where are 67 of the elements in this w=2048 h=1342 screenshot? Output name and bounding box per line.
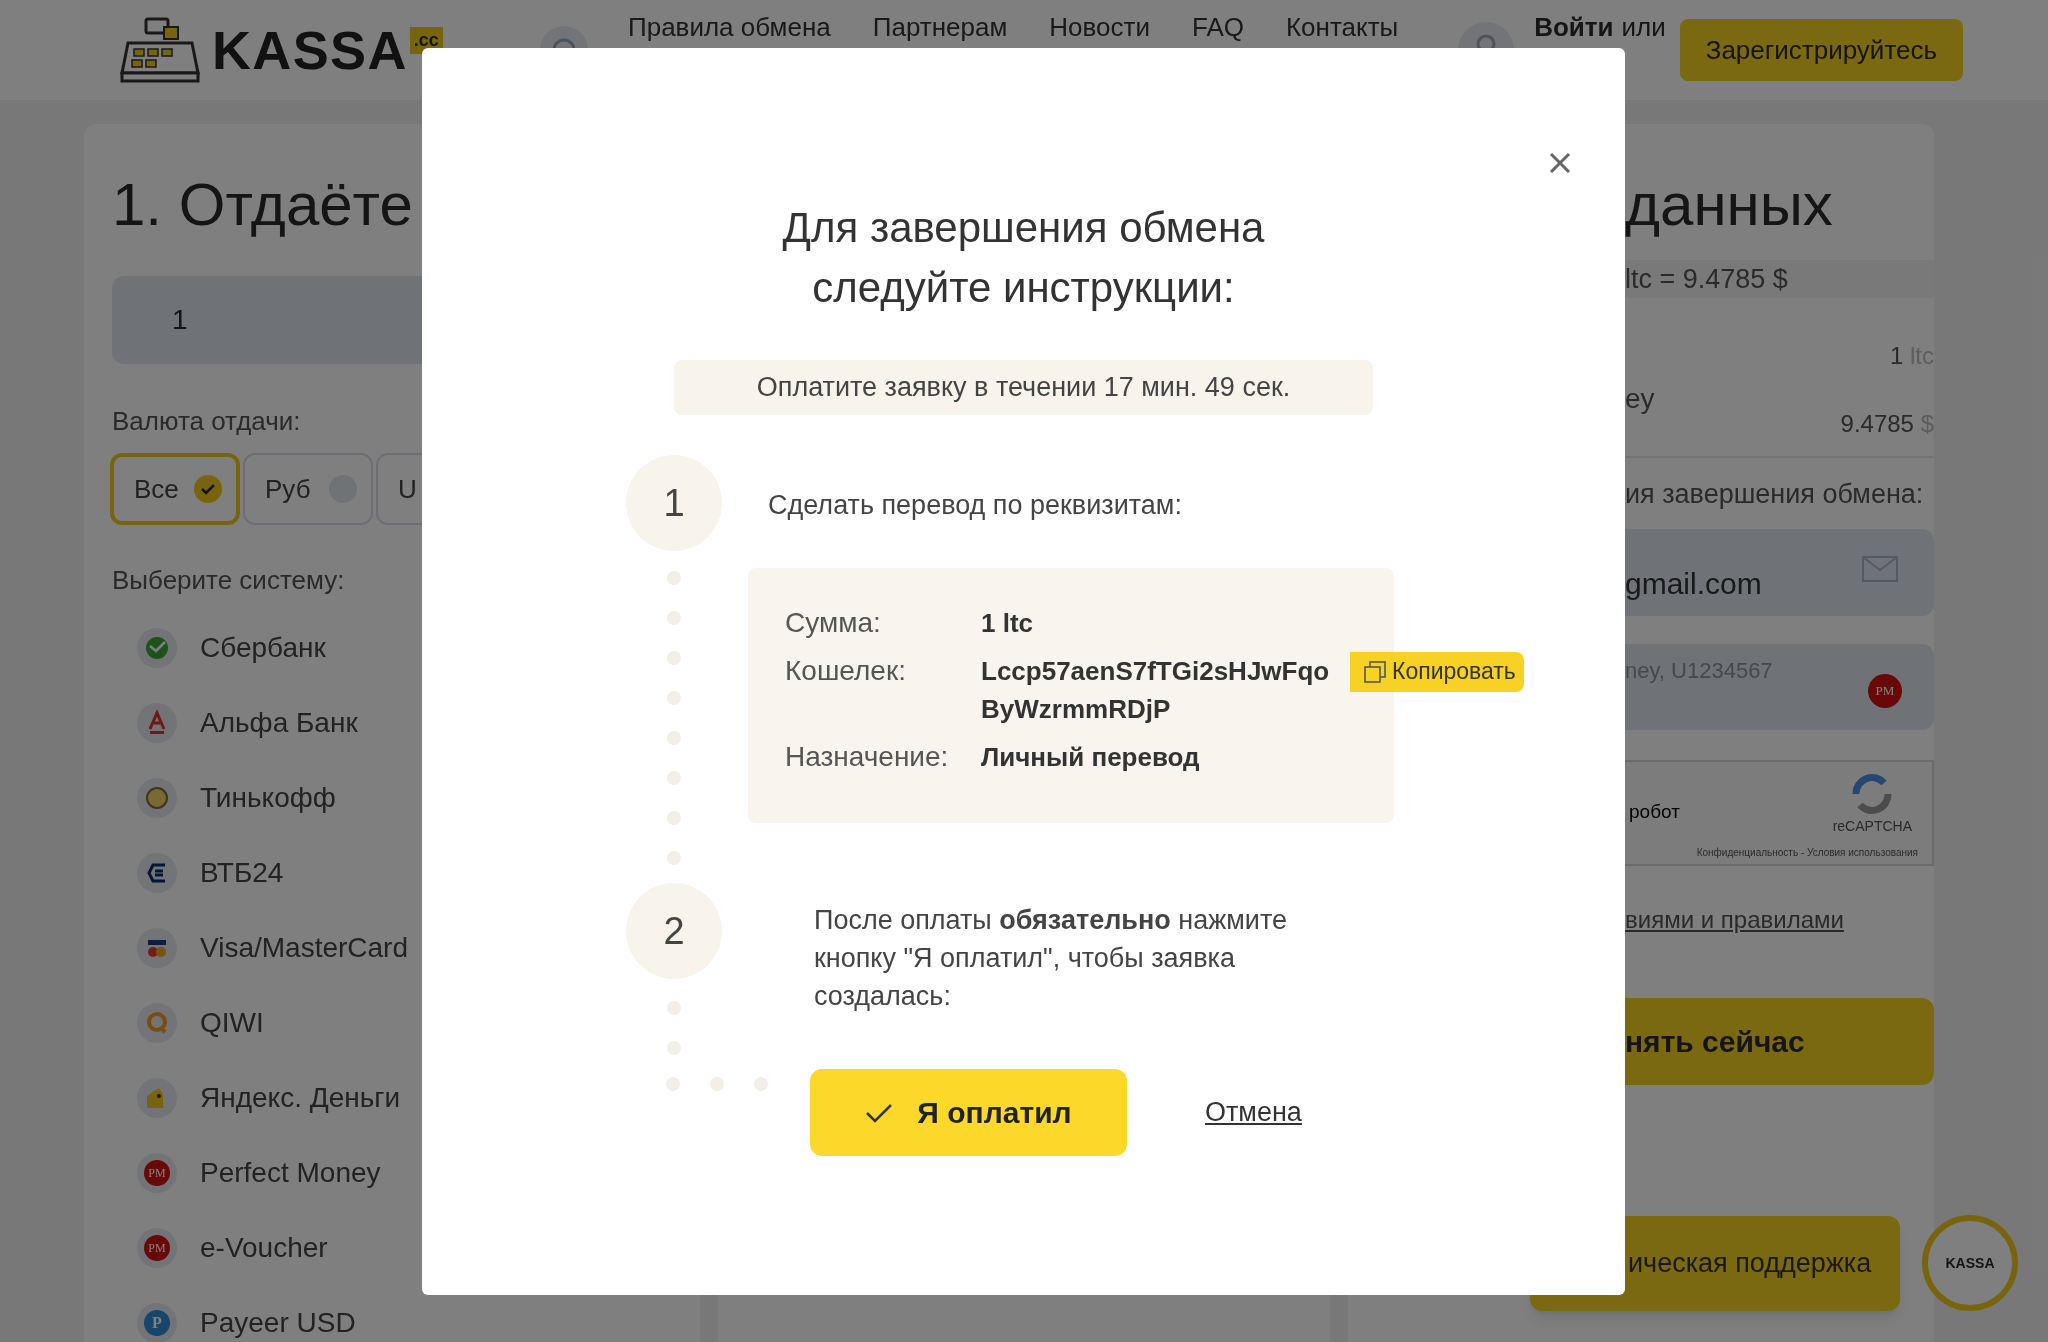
captcha-label: робот (1629, 800, 1680, 825)
modal-title: Для завершения обмена следуйте инструкции: (781, 203, 1266, 313)
system-label: Выберите систему: (112, 564, 345, 597)
bank-logo-icon (137, 927, 177, 968)
or-text: или (1621, 12, 1666, 42)
register-button[interactable]: Зарегистрируйтесь (1679, 19, 1963, 81)
system-item[interactable]: Visa/MasterCard (200, 926, 408, 969)
pm-badge-icon: PM (1868, 673, 1902, 708)
rate-bar: ltc = 9.4785 $ (1625, 260, 1934, 298)
bank-logo-icon (137, 1002, 177, 1043)
logo-text: KASSA (212, 18, 408, 82)
cash-register-logo-icon (120, 17, 200, 83)
paid-button[interactable]: Я оплатил (810, 1069, 1127, 1156)
currency-chip[interactable]: Все (110, 453, 240, 525)
detail-value: Личный перевод (981, 740, 1201, 774)
step-number: 1 (626, 455, 722, 551)
login-link[interactable]: Войти (1534, 12, 1614, 42)
copy-button[interactable]: Копировать (1350, 651, 1524, 692)
row-value: 9.4785 $ (1840, 409, 1934, 439)
copy-icon (1364, 660, 1386, 683)
system-item[interactable]: Payeer USD (200, 1301, 356, 1342)
step-text: Сделать перевод по реквизитам: (768, 489, 1183, 522)
bank-logo-icon (137, 777, 177, 818)
system-item[interactable]: Сбербанк (200, 626, 326, 669)
bank-logo-icon (137, 702, 177, 743)
currency-chip[interactable]: Руб (243, 453, 373, 525)
system-item[interactable]: e-Voucher (200, 1226, 328, 1269)
detail-label: Сумма: (785, 605, 882, 640)
timer-banner: Оплатите заявку в течении 17 мин. 49 сек. (674, 360, 1373, 415)
terms-link[interactable]: виями и правилами (1625, 901, 1934, 938)
badge-icon: PM (137, 1152, 177, 1193)
cancel-link[interactable]: Отмена (1205, 1092, 1302, 1133)
section-title: данных (1625, 170, 1834, 240)
step-number: 2 (626, 883, 722, 979)
detail-label: Назначение: (785, 739, 950, 774)
system-item[interactable]: QIWI (200, 1001, 264, 1044)
check-icon (194, 475, 222, 503)
nav-link[interactable]: Правила обмена (628, 12, 831, 42)
check-icon (865, 1101, 894, 1124)
detail-value: 1 ltc (981, 606, 1035, 640)
nav-link[interactable]: Контакты (1285, 12, 1399, 42)
envelope-icon (1862, 555, 1898, 582)
system-item[interactable]: ВТБ24 (200, 851, 284, 894)
badge-icon: P (137, 1302, 177, 1342)
currency-label: Валюта отдачи: (112, 405, 302, 438)
section-title: 1. Отдаёте (112, 170, 414, 240)
step-text: После оплаты обязательно нажмите кнопку "Я оплатил", чтобы заявка создалась: (814, 904, 1288, 1013)
email-field[interactable]: gmail.com (1625, 528, 1934, 616)
captcha-terms[interactable]: Конфиденциальность - Условия использования (1696, 844, 1918, 860)
row-label: ey (1625, 382, 1655, 416)
bank-logo-icon (137, 627, 177, 668)
captcha-brand: reCAPTCHA (1832, 816, 1912, 836)
system-item[interactable]: Яндекс. Деньги (200, 1076, 401, 1119)
nav-link[interactable]: Партнерам (872, 12, 1008, 42)
bank-logo-icon (137, 1077, 177, 1118)
system-item[interactable]: Альфа Банк (200, 701, 358, 744)
nav-link[interactable]: Новости (1049, 12, 1150, 42)
system-item[interactable]: Тинькофф (200, 776, 336, 819)
system-item[interactable]: Perfect Money (200, 1151, 381, 1194)
badge-icon: PM (137, 1227, 177, 1268)
support-avatar[interactable]: KASSA (1922, 1215, 2018, 1311)
detail-value: Lccp57aenS7fTGi2sHJwFqo ByWzrmmRDjP (981, 654, 1331, 726)
exchange-button[interactable]: нять сейчас (1625, 997, 1934, 1085)
nav-link[interactable]: FAQ (1191, 12, 1244, 42)
bank-logo-icon (137, 852, 177, 893)
detail-label: Кошелек: (785, 653, 907, 688)
contact-label: ия завершения обмена: (1625, 478, 1925, 511)
